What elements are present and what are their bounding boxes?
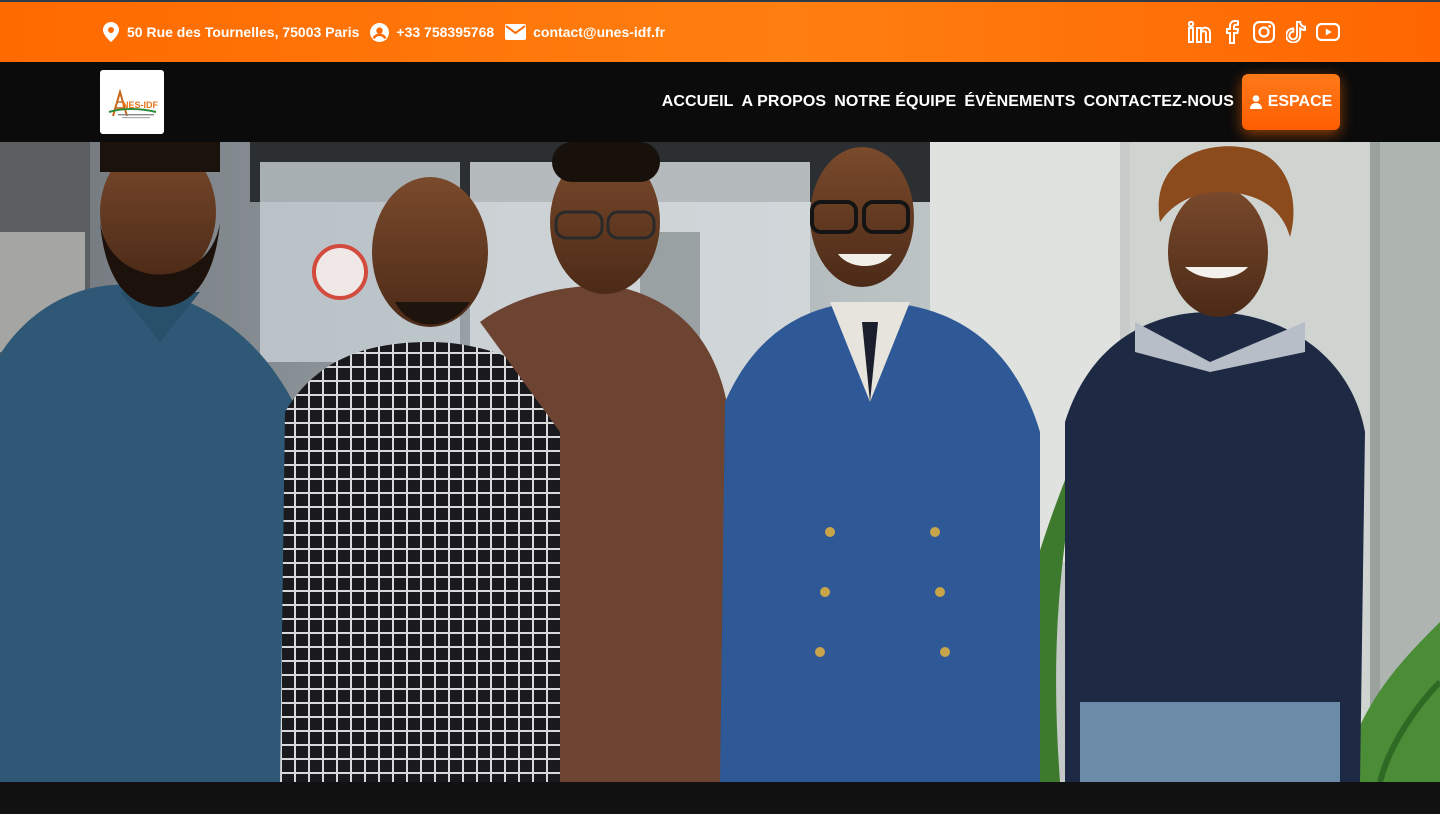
nav-item-evenements[interactable]: ÉVÈNEMENTS [964, 93, 1075, 111]
main-navbar: NES-IDF ACCUEIL A PROPOS NOTRE ÉQUIPE ÉV… [0, 62, 1440, 142]
nav-item-a-propos[interactable]: A PROPOS [742, 93, 827, 111]
youtube-icon[interactable] [1316, 20, 1340, 44]
phone-text: +33 758395768 [396, 24, 495, 40]
user-icon [1249, 95, 1262, 109]
team-photo [0, 142, 1440, 782]
tiktok-icon[interactable] [1284, 20, 1308, 44]
map-pin-icon [103, 22, 119, 42]
nav-item-contactez-nous[interactable]: CONTACTEZ-NOUS [1084, 93, 1234, 111]
linkedin-icon[interactable] [1188, 20, 1212, 44]
instagram-icon[interactable] [1252, 20, 1276, 44]
social-links [1180, 20, 1340, 44]
nav-menu: ACCUEIL A PROPOS NOTRE ÉQUIPE ÉVÈNEMENTS… [654, 74, 1340, 130]
email-item[interactable]: contact@unes-idf.fr [505, 24, 665, 40]
espace-label: ESPACE [1267, 93, 1333, 110]
top-contact-bar: 50 Rue des Tournelles, 75003 Paris +33 7… [0, 0, 1440, 62]
section-divider [0, 782, 1440, 814]
envelope-icon [505, 24, 527, 40]
email-text: contact@unes-idf.fr [533, 24, 666, 40]
contact-info: 50 Rue des Tournelles, 75003 Paris +33 7… [102, 22, 676, 42]
address-text: 50 Rue des Tournelles, 75003 Paris [127, 24, 360, 40]
nav-item-notre-equipe[interactable]: NOTRE ÉQUIPE [834, 93, 956, 111]
nav-item-accueil[interactable]: ACCUEIL [662, 93, 734, 111]
user-circle-icon [370, 22, 390, 42]
espace-button[interactable]: ESPACE [1242, 74, 1340, 130]
address-item: 50 Rue des Tournelles, 75003 Paris [102, 22, 359, 42]
hero-team-photo [0, 142, 1440, 782]
site-logo[interactable]: NES-IDF [100, 70, 164, 134]
facebook-icon[interactable] [1220, 20, 1244, 44]
unes-idf-logo: NES-IDF [108, 88, 159, 119]
phone-item[interactable]: +33 758395768 [370, 22, 495, 42]
